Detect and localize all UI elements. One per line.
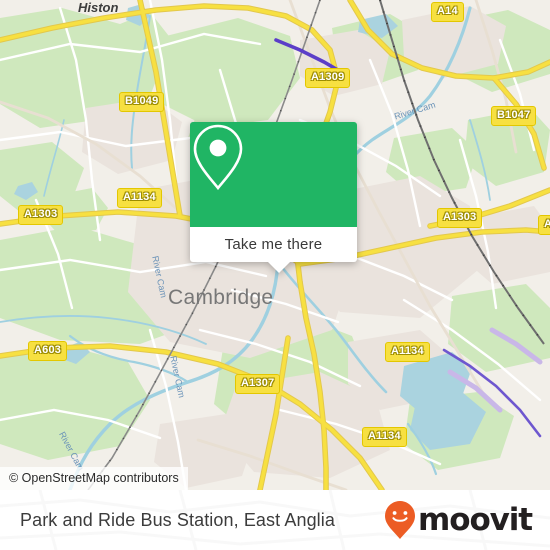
footer-bar: Park and Ride Bus Station, East Anglia m…: [0, 490, 550, 550]
road-shield: A1134: [385, 342, 430, 362]
location-pin-icon: [193, 124, 243, 191]
page-title: Park and Ride Bus Station, East Anglia: [20, 509, 335, 530]
map-canvas[interactable]: A14 A1309 B1049 B1047 A1134 A1303 A1303 A1303 A6…: [0, 0, 550, 490]
place-label: Histon: [78, 0, 119, 15]
road-shield: A1309: [305, 68, 351, 88]
road-shield: B1047: [491, 106, 537, 126]
map-attribution[interactable]: © OpenStreetMap contributors: [0, 467, 188, 490]
place-label: Cambridge: [168, 286, 274, 309]
road-shield: A1134: [117, 188, 162, 208]
moovit-wordmark: moovit: [418, 501, 533, 538]
callout-pointer-tail: [268, 262, 290, 273]
callout-action-label: Take me there: [224, 236, 323, 253]
road-shield: A1134: [362, 427, 407, 447]
road-shield: A1303: [437, 208, 483, 228]
destination-callout-card[interactable]: Take me there: [190, 122, 357, 273]
road-shield: B1049: [119, 92, 165, 112]
road-shield: A603: [28, 341, 68, 361]
road-shield: A1303: [18, 205, 64, 225]
road-shield: A14: [431, 2, 464, 22]
road-shield: A1303: [538, 215, 550, 235]
callout-image-area: [190, 122, 357, 227]
map-screenshot: A14 A1309 B1049 B1047 A1134 A1303 A1303 A1303 A6…: [0, 0, 550, 550]
road-shield: A1307: [235, 374, 281, 394]
moovit-pin-smiley-icon: [385, 501, 416, 539]
callout-action-bar[interactable]: Take me there: [190, 227, 357, 273]
moovit-brand-logo[interactable]: moovit: [385, 490, 533, 550]
